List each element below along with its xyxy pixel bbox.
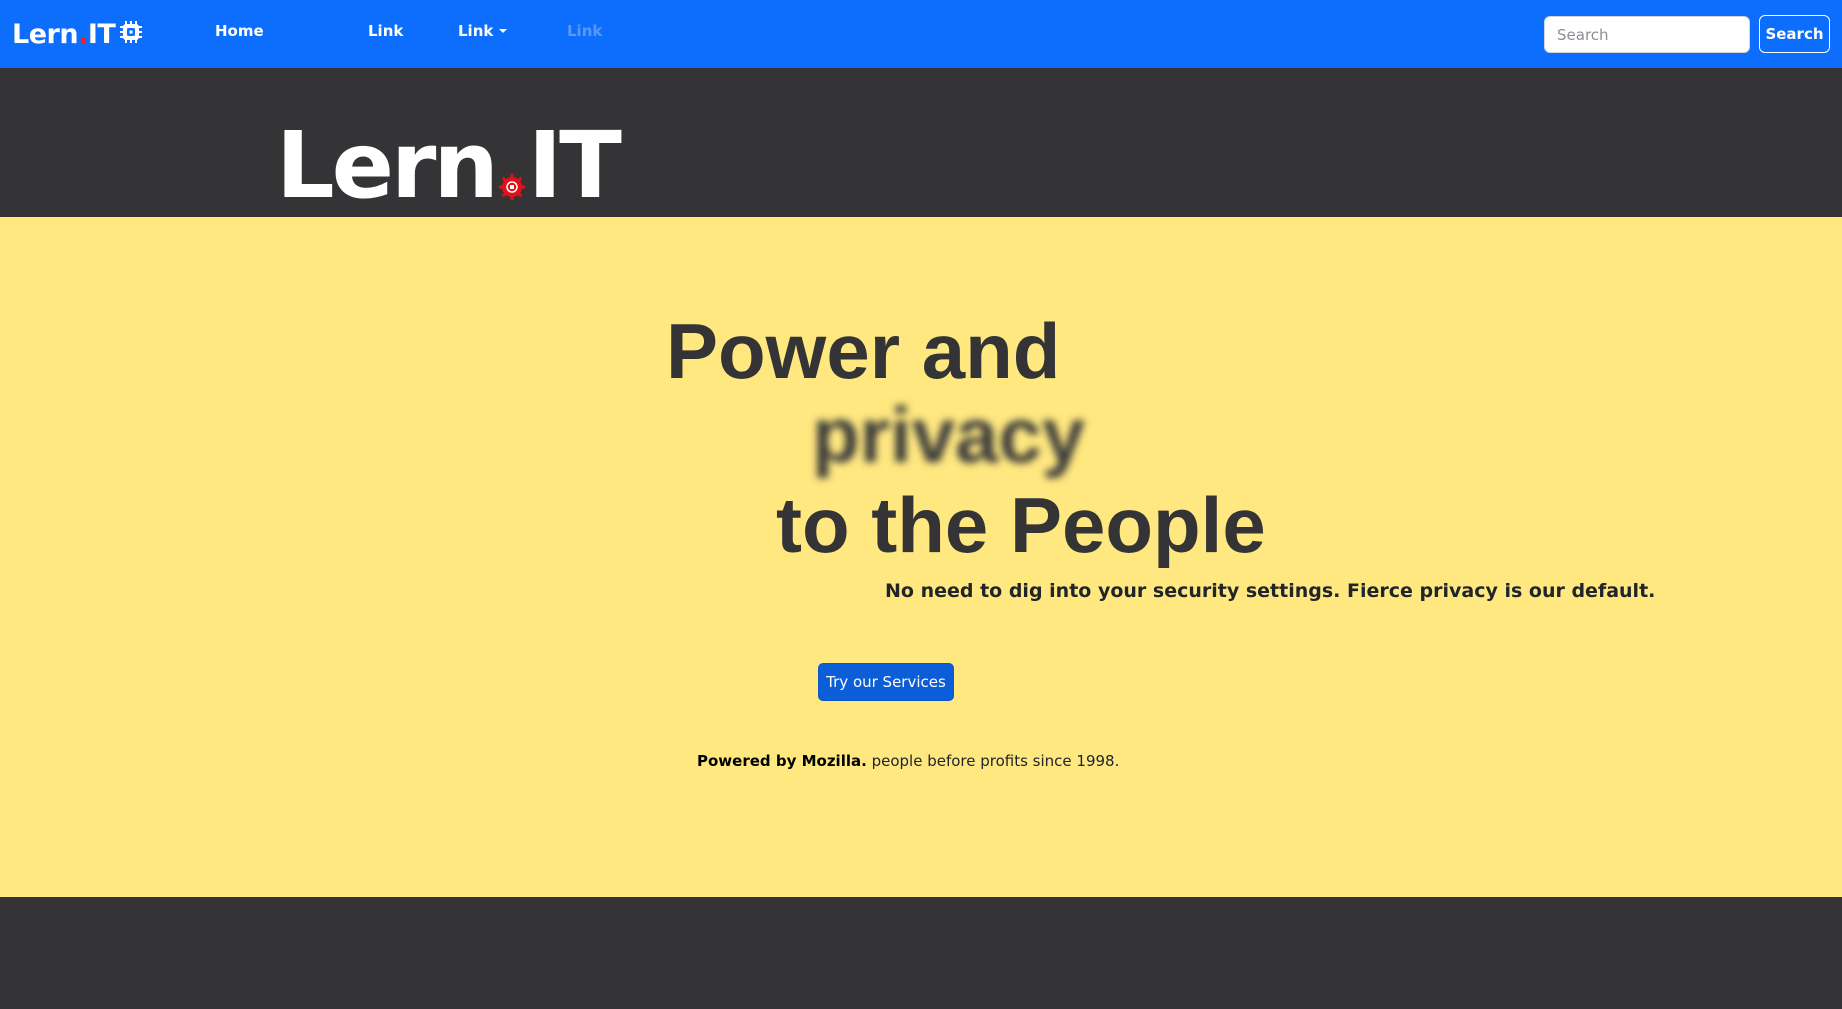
nav-link-1[interactable]: Link — [368, 22, 403, 40]
footer — [0, 897, 1842, 1009]
powered-by-brand: Powered by Mozilla. — [697, 752, 867, 770]
search-button[interactable]: Search — [1759, 15, 1830, 53]
chip-icon — [119, 20, 143, 48]
nav-link-home[interactable]: Home — [215, 22, 264, 40]
nav-link-disabled: Link — [567, 22, 603, 40]
site-logo: Lern IT — [276, 112, 622, 219]
nav-dropdown-label: Link — [458, 22, 494, 40]
search-input[interactable] — [1544, 16, 1750, 53]
brand-text: Lern.IT — [12, 18, 116, 50]
powered-by-tagline: people before profits since 1998. — [866, 752, 1120, 770]
hero-headline-line1: Power and — [666, 307, 1061, 395]
hero-subline: No need to dig into your security settin… — [885, 580, 1656, 602]
caret-down-icon — [499, 29, 508, 33]
nav-dropdown-link[interactable]: Link — [458, 22, 508, 40]
brand-logo-link[interactable]: Lern.IT — [12, 14, 143, 54]
hero-headline-line3: to the People — [776, 481, 1266, 569]
logo-band: Lern IT — [0, 68, 1842, 217]
powered-by-text: Powered by Mozilla. people before profit… — [697, 752, 1119, 770]
top-navbar: Lern.IT Home Link Link Link Search — [0, 0, 1842, 68]
hero-section: Power and privacy to the People No need … — [0, 217, 1842, 897]
gear-dot-icon — [498, 124, 526, 200]
try-services-button[interactable]: Try our Services — [818, 663, 954, 701]
hero-headline-line2: privacy — [812, 391, 1086, 479]
